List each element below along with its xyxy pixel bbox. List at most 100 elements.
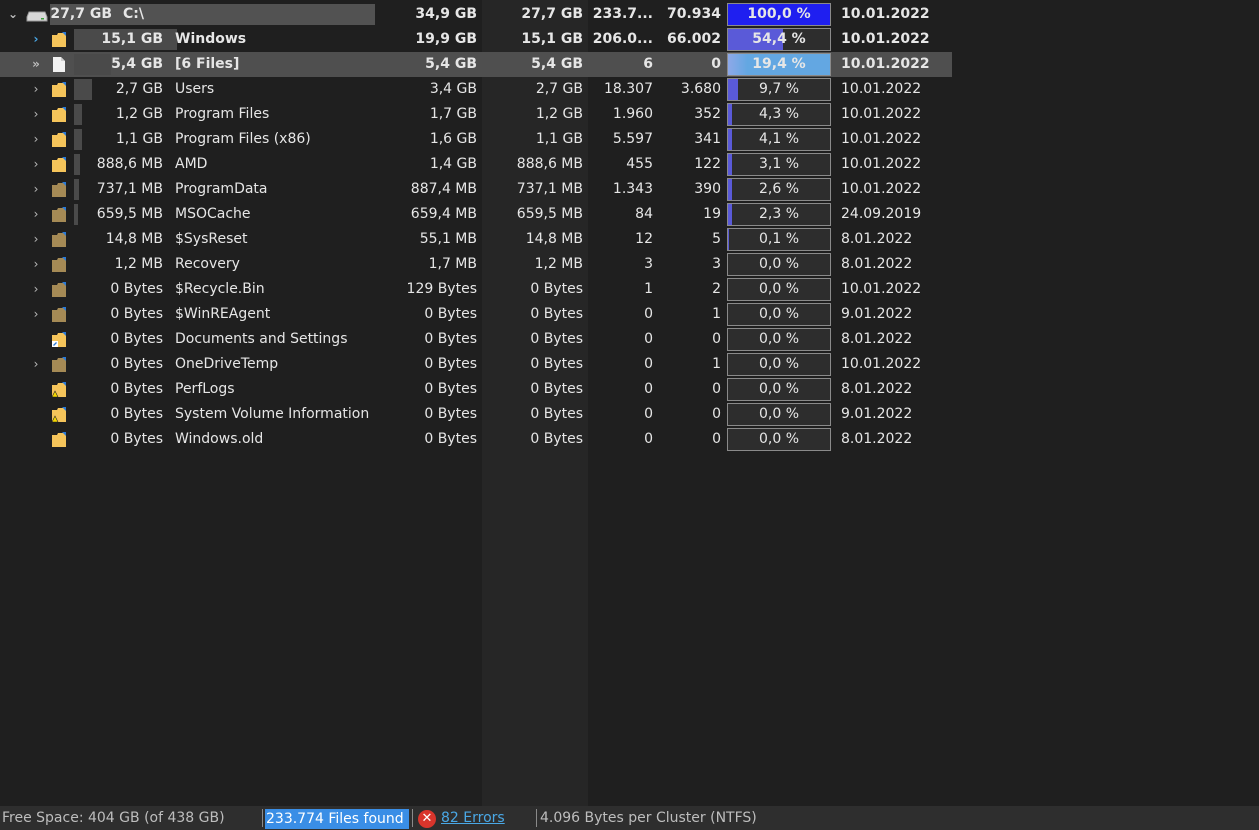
percent-label: 54,4 % xyxy=(752,31,806,47)
tree-row[interactable]: › 659,5 MB MSOCache 659,4 MB 659,5 MB 84 19 24.… xyxy=(0,202,952,227)
last-modified-cell: 10.01.2022 xyxy=(841,6,930,22)
name-cell: $Recycle.Bin xyxy=(175,281,265,297)
name-cell: Users xyxy=(175,81,215,97)
size-on-disk-cell: 5,4 GB xyxy=(531,56,583,72)
allocated-cell: 5,4 GB xyxy=(425,56,477,72)
size-on-disk-cell: 14,8 MB xyxy=(525,231,583,247)
allocated-cell: 0 Bytes xyxy=(424,306,477,322)
size-cell: 2,7 GB xyxy=(115,81,163,97)
tree-root-row[interactable]: ⌄ 27,7 GB C:\ 34,9 GB 27,7 GB 233.7... 70.934 1… xyxy=(0,2,952,27)
last-modified-cell: 10.01.2022 xyxy=(841,356,922,372)
tree-row[interactable]: 0 Bytes System Volume Information 0 Bytes 0… xyxy=(0,402,952,427)
percent-label: 0,1 % xyxy=(758,231,800,247)
percent-of-parent-bar: 4,1 % xyxy=(727,128,831,151)
folders-count-cell: 19 xyxy=(703,206,721,222)
tree-row[interactable]: › 1,2 GB Program Files 1,7 GB 1,2 GB 1.960 352… xyxy=(0,102,952,127)
tree-row[interactable]: › 0 Bytes $Recycle.Bin 129 Bytes 0 Bytes 1 2 10… xyxy=(0,277,952,302)
percent-of-parent-bar: 2,3 % xyxy=(727,203,831,226)
percent-label: 4,3 % xyxy=(758,106,800,122)
size-cell: 659,5 MB xyxy=(96,206,163,222)
cluster-info-label: 4.096 Bytes per Cluster (NTFS) xyxy=(540,810,757,826)
expand-chevron-icon[interactable]: › xyxy=(28,127,44,152)
tree-row[interactable]: › 1,1 GB Program Files (x86) 1,6 GB 1,1 GB 5.… xyxy=(0,127,952,152)
folders-count-cell: 0 xyxy=(712,431,721,447)
percent-label: 2,6 % xyxy=(758,181,800,197)
percent-of-parent-bar: 3,1 % xyxy=(727,153,831,176)
folders-count-cell: 352 xyxy=(694,106,721,122)
percent-label: 19,4 % xyxy=(752,56,806,72)
files-count-cell: 84 xyxy=(635,206,653,222)
tree-row[interactable]: › 15,1 GB Windows 19,9 GB 15,1 GB 206.0... 66.… xyxy=(0,27,952,52)
percent-label: 100,0 % xyxy=(747,6,811,22)
allocated-cell: 55,1 MB xyxy=(419,231,477,247)
tree-row[interactable]: › 14,8 MB $SysReset 55,1 MB 14,8 MB 12 5 8.01.2… xyxy=(0,227,952,252)
files-count-cell: 0 xyxy=(644,331,653,347)
tree-row[interactable]: 0 Bytes Windows.old 0 Bytes 0 Bytes 0 0 8.01.2… xyxy=(0,427,952,452)
tree-row[interactable]: › 0 Bytes $WinREAgent 0 Bytes 0 Bytes 0 1 9.01.… xyxy=(0,302,952,327)
expand-chevron-icon[interactable]: ⌄ xyxy=(5,2,21,27)
name-cell: Windows.old xyxy=(175,431,264,447)
expand-chevron-icon[interactable]: › xyxy=(28,252,44,277)
expand-chevron-icon[interactable]: › xyxy=(28,102,44,127)
percent-label: 4,1 % xyxy=(758,131,800,147)
size-cell: 1,2 GB xyxy=(115,106,163,122)
size-cell: 0 Bytes xyxy=(110,406,163,422)
allocated-cell: 659,4 MB xyxy=(410,206,477,222)
expand-chevron-icon[interactable]: › xyxy=(28,27,44,52)
name-cell: $SysReset xyxy=(175,231,248,247)
allocated-cell: 1,7 MB xyxy=(428,256,477,272)
tree-row[interactable]: › 2,7 GB Users 3,4 GB 2,7 GB 18.307 3.680 10.01… xyxy=(0,77,952,102)
tree-row[interactable]: 0 Bytes PerfLogs 0 Bytes 0 Bytes 0 0 8.01.2022… xyxy=(0,377,952,402)
expand-chevron-icon[interactable]: › xyxy=(28,77,44,102)
folders-count-cell: 5 xyxy=(712,231,721,247)
expand-chevron-icon[interactable]: » xyxy=(28,52,44,77)
allocated-cell: 0 Bytes xyxy=(424,381,477,397)
percent-of-parent-bar: 0,0 % xyxy=(727,428,831,451)
percent-label: 0,0 % xyxy=(758,331,800,347)
name-cell: OneDriveTemp xyxy=(175,356,279,372)
tree-row[interactable]: › 737,1 MB ProgramData 887,4 MB 737,1 MB 1.34… xyxy=(0,177,952,202)
folder-icon xyxy=(52,32,66,47)
name-cell: Windows xyxy=(175,31,247,47)
percent-of-parent-bar: 9,7 % xyxy=(727,78,831,101)
percent-of-parent-bar: 0,0 % xyxy=(727,328,831,351)
expand-chevron-icon[interactable]: › xyxy=(28,227,44,252)
expand-chevron-icon[interactable]: › xyxy=(28,352,44,377)
percent-label: 0,0 % xyxy=(758,431,800,447)
files-count-cell: 6 xyxy=(643,56,653,72)
files-count-cell: 0 xyxy=(644,431,653,447)
files-count-cell: 455 xyxy=(626,156,653,172)
size-cell: 14,8 MB xyxy=(105,231,163,247)
expand-chevron-icon[interactable]: › xyxy=(28,302,44,327)
size-on-disk-cell: 0 Bytes xyxy=(530,406,583,422)
size-cell: 737,1 MB xyxy=(96,181,163,197)
files-count-cell: 206.0... xyxy=(592,31,653,47)
tree-row[interactable]: › 0 Bytes OneDriveTemp 0 Bytes 0 Bytes 0 1 10.0… xyxy=(0,352,952,377)
folders-count-cell: 70.934 xyxy=(666,6,721,22)
expand-chevron-icon[interactable]: › xyxy=(28,277,44,302)
files-count-cell: 1.960 xyxy=(612,106,653,122)
tree-row[interactable]: › 888,6 MB AMD 1,4 GB 888,6 MB 455 122 10.01.20… xyxy=(0,152,952,177)
expand-chevron-icon[interactable]: › xyxy=(28,202,44,227)
tree-row[interactable]: » 5,4 GB [6 Files] 5,4 GB 5,4 GB 6 0 10.01.2022… xyxy=(0,52,952,77)
expand-chevron-icon[interactable]: › xyxy=(28,152,44,177)
hidden-folder-icon xyxy=(52,182,66,197)
percent-of-parent-bar: 0,0 % xyxy=(727,378,831,401)
expand-chevron-icon[interactable]: › xyxy=(28,177,44,202)
errors-link[interactable]: 82 Errors xyxy=(441,806,505,830)
status-bar: Free Space: 404 GB (of 438 GB) 233.774 F… xyxy=(0,806,1259,830)
file-icon xyxy=(52,57,66,72)
status-separator xyxy=(536,809,537,827)
tree-row[interactable]: › 1,2 MB Recovery 1,7 MB 1,2 MB 3 3 8.01.2022 0,… xyxy=(0,252,952,277)
folders-count-cell: 0 xyxy=(712,406,721,422)
expand-chevron-icon xyxy=(28,402,44,427)
last-modified-cell: 10.01.2022 xyxy=(841,131,922,147)
percent-label: 0,0 % xyxy=(758,281,800,297)
tree-row[interactable]: 0 Bytes Documents and Settings 0 Bytes 0 By… xyxy=(0,327,952,352)
percent-label: 3,1 % xyxy=(758,156,800,172)
percent-label: 0,0 % xyxy=(758,306,800,322)
name-cell: PerfLogs xyxy=(175,381,235,397)
hidden-folder-icon xyxy=(52,207,66,222)
size-cell: 0 Bytes xyxy=(110,381,163,397)
name-cell: ProgramData xyxy=(175,181,268,197)
